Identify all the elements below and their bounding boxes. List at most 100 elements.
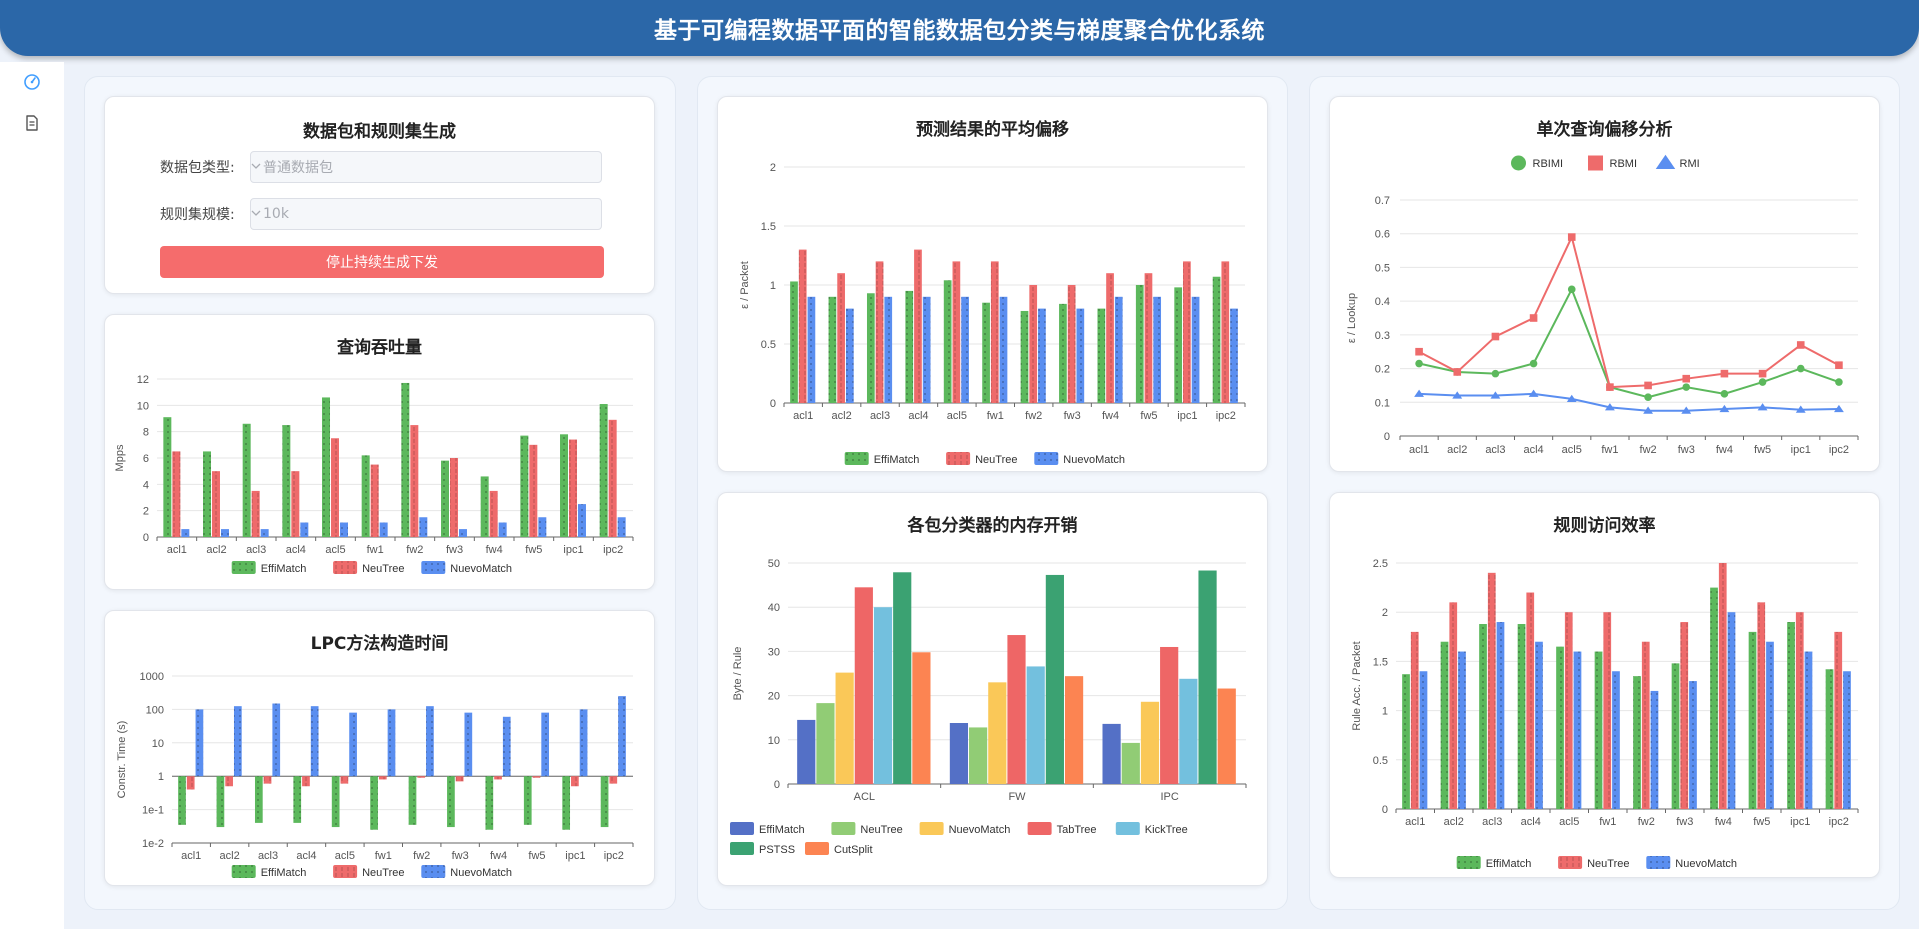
bar-neutree — [875, 261, 884, 403]
bar-nuevomatch — [498, 522, 507, 537]
y-tick-label: 8 — [143, 427, 149, 439]
bar-neutree — [410, 425, 419, 537]
legend-swatch — [1027, 822, 1052, 835]
legend-swatch — [231, 865, 256, 878]
bar-effimatch — [1102, 723, 1121, 784]
bar-effimatch — [1787, 622, 1795, 809]
bar-kicktree — [1026, 666, 1045, 784]
y-tick-label: 0.7 — [1375, 195, 1390, 207]
x-tick-label: fw3 — [452, 850, 469, 862]
point-rbimi — [1758, 378, 1767, 386]
document-icon[interactable] — [22, 113, 42, 133]
y-tick-label: 1 — [158, 771, 164, 783]
bar-effimatch — [1097, 308, 1106, 403]
bar-neutree — [1564, 612, 1573, 809]
x-tick-label: acl1 — [167, 544, 187, 556]
bar-nuevomatch — [1727, 612, 1736, 809]
bar-neutree — [494, 776, 502, 780]
app-header: 基于可编程数据平面的智能数据包分类与梯度聚合优化系统 — [0, 0, 1919, 56]
x-tick-label: fw2 — [406, 544, 423, 556]
point-rbmi — [1835, 361, 1843, 369]
bar-nuevomatch — [426, 706, 434, 777]
point-rbimi — [1567, 285, 1576, 294]
y-tick-label: 0.2 — [1375, 364, 1390, 376]
bar-cutsplit — [912, 652, 931, 784]
legend-swatch — [844, 452, 869, 465]
bar-neutree — [532, 776, 541, 778]
bar-effimatch — [163, 417, 172, 537]
x-tick-label: acl4 — [1523, 444, 1543, 456]
bar-neutree — [1680, 622, 1689, 809]
legend-label: NeuTree — [860, 824, 902, 836]
legend-swatch — [1456, 856, 1481, 869]
x-tick-label: acl3 — [246, 544, 266, 556]
legend-label: TabTree — [1057, 824, 1097, 836]
throughput-chart: 0 2 4 6 8 10 12 Mpps acl1 acl2 acl3 acl4 acl5 fw1 fw2 f… — [114, 374, 634, 575]
bar-neutree — [1603, 612, 1612, 809]
bar-nuevomatch — [1496, 622, 1505, 809]
x-tick-label: acl4 — [908, 410, 928, 422]
bar-neutree — [1067, 285, 1076, 403]
bar-nuevomatch — [807, 296, 816, 403]
legend-swatch — [946, 452, 971, 465]
chevron-down-icon — [251, 163, 261, 169]
legend-label: NeuTree — [975, 454, 1017, 466]
gauge-icon[interactable] — [22, 72, 42, 92]
y-tick-label: 2.5 — [1373, 558, 1388, 570]
legend-label: NeuTree — [362, 563, 404, 575]
bar-neutree — [1526, 592, 1535, 809]
ruleset-size-select[interactable]: 10k — [250, 198, 602, 230]
bar-neutree — [1641, 641, 1650, 809]
bar-nuevomatch — [339, 522, 348, 537]
legend-label: NuevoMatch — [450, 563, 512, 575]
x-tick-label: fw4 — [1102, 410, 1119, 422]
y-tick-label: 100 — [146, 704, 164, 716]
y-tick-label: 10 — [137, 400, 149, 412]
bar-nuevomatch — [988, 682, 1007, 784]
bar-nuevomatch — [300, 522, 309, 537]
point-rbmi — [1796, 341, 1805, 349]
legend-swatch — [730, 822, 754, 835]
bar-nuevomatch — [272, 703, 281, 777]
bar-nuevomatch — [538, 517, 547, 537]
legend-swatch — [730, 842, 754, 855]
bar-nuevomatch — [1140, 701, 1160, 784]
packet-type-select[interactable]: 普通数据包 — [250, 151, 602, 183]
bar-effimatch — [562, 776, 571, 830]
memory-chart: 0 10 20 30 40 50 Byte / Rule ACL FW IPC EffiMatch N… — [730, 558, 1247, 856]
point-rbmi — [1606, 383, 1614, 391]
bar-nuevomatch — [233, 706, 242, 777]
y-axis-label: Mpps — [114, 444, 126, 471]
point-rbmi — [1567, 233, 1576, 241]
bar-effimatch — [866, 293, 875, 403]
legend-swatch — [805, 842, 829, 855]
bar-effimatch — [600, 776, 609, 828]
bar-nuevomatch — [1766, 641, 1774, 809]
legend-label: NuevoMatch — [1675, 858, 1737, 870]
bar-neutree — [186, 776, 195, 790]
bar-nuevomatch — [999, 296, 1008, 403]
bar-cutsplit — [1064, 676, 1084, 784]
y-axis-label: ε / Packet — [739, 261, 751, 309]
bar-neutree — [608, 419, 617, 537]
x-tick-label: ipc1 — [1791, 444, 1811, 456]
bar-nuevomatch — [387, 709, 396, 777]
legend-label: EffiMatch — [261, 563, 307, 575]
y-tick-label: 2 — [1382, 607, 1388, 619]
bar-neutree — [291, 471, 300, 537]
x-tick-label: fw1 — [987, 410, 1004, 422]
legend-label: NuevoMatch — [949, 824, 1011, 836]
packet-type-row: 数据包类型: 普通数据包 — [160, 151, 602, 183]
legend-marker — [1588, 155, 1603, 171]
point-rbmi — [1529, 314, 1538, 322]
stop-generation-button[interactable]: 停止持续生成下发 — [160, 246, 604, 278]
bar-effimatch — [293, 776, 302, 823]
legend-swatch — [231, 561, 256, 574]
bar-effimatch — [1594, 651, 1603, 809]
bar-nuevomatch — [541, 712, 550, 777]
x-tick-label: fw1 — [1599, 816, 1616, 828]
lpc-card: LPC方法构造时间 1e-2 1e-1 1 10 100 1000 Constr. Time… — [104, 610, 655, 886]
bar-nuevomatch — [961, 296, 969, 403]
rule-access-chart: 0 0.5 1 1.5 2 2.5 Rule Acc. / Packet acl1 acl2 ac… — [1351, 558, 1859, 870]
bar-effimatch — [401, 382, 410, 537]
